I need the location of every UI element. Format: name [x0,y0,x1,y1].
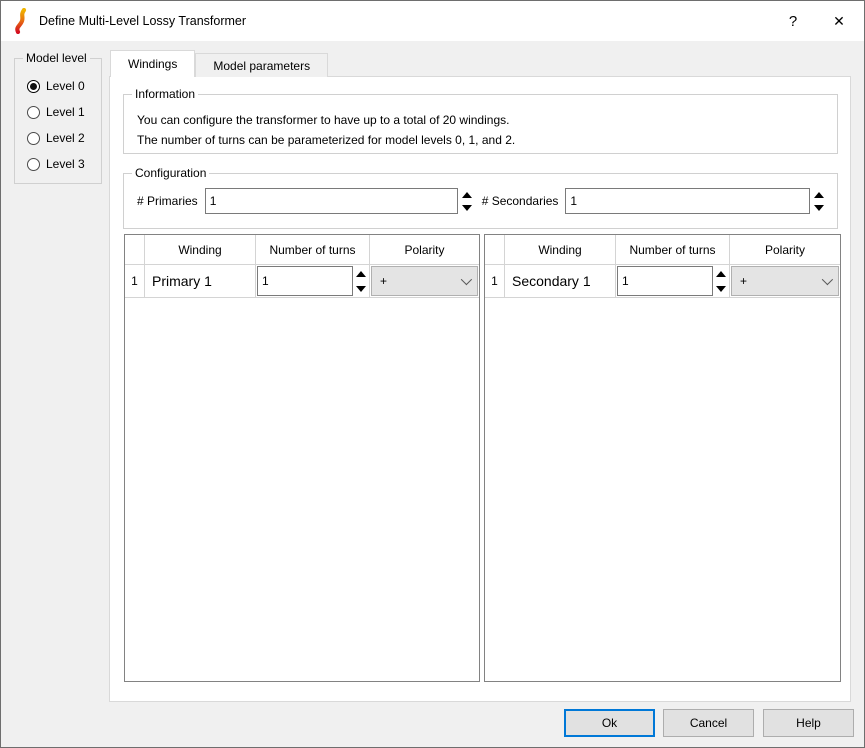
radio-button-icon[interactable] [27,106,40,119]
primaries-input[interactable] [205,188,458,214]
tab-model-parameters[interactable]: Model parameters [195,53,328,77]
table-row: 1 Primary 1 + [125,265,479,298]
radio-level-3-label: Level 3 [46,157,85,171]
title-bar: Define Multi-Level Lossy Transformer ? ✕ [1,1,864,41]
information-text: You can configure the transformer to hav… [124,95,837,150]
turns-spin-arrows [354,266,368,296]
turns-spinbox [257,266,368,296]
close-icon[interactable]: ✕ [816,1,862,41]
spin-up-icon[interactable] [811,188,827,201]
spin-up-icon[interactable] [714,266,728,281]
spin-up-icon[interactable] [354,266,368,281]
row-number: 1 [125,265,145,297]
corner-header-cell [125,235,145,264]
spin-down-icon[interactable] [354,281,368,296]
polarity-header: Polarity [730,235,840,264]
turns-spin-arrows [714,266,728,296]
configuration-groupbox: Configuration # Primaries # Secondaries [123,173,838,229]
primaries-spinbox [205,188,475,214]
secondaries-spin-arrows [811,188,827,214]
spin-down-icon[interactable] [714,281,728,296]
windings-tab-pane: Information You can configure the transf… [109,76,851,702]
radio-level-1-label: Level 1 [46,105,85,119]
model-level-groupbox: Model level Level 0 Level 1 Level 2 Leve… [14,58,102,184]
radio-level-1[interactable]: Level 1 [15,99,101,125]
table-header-row: Winding Number of turns Polarity [485,235,840,265]
polarity-cell: + [370,265,479,297]
information-line-2: The number of turns can be parameterized… [137,130,837,150]
information-groupbox: Information You can configure the transf… [123,94,838,154]
primaries-spin-arrows [459,188,475,214]
spin-up-icon[interactable] [459,188,475,201]
primary-windings-table: Winding Number of turns Polarity 1 Prima… [124,234,480,682]
help-icon[interactable]: ? [770,1,816,41]
configuration-label: Configuration [132,166,209,180]
winding-name-cell[interactable]: Secondary 1 [505,265,616,297]
polarity-header: Polarity [370,235,479,264]
spin-down-icon[interactable] [459,201,475,214]
winding-header: Winding [145,235,256,264]
table-empty-area [125,298,479,681]
radio-button-icon[interactable] [27,80,40,93]
table-row: 1 Secondary 1 + [485,265,840,298]
help-button[interactable]: Help [763,709,854,737]
cancel-button[interactable]: Cancel [663,709,754,737]
radio-level-0-label: Level 0 [46,79,85,93]
turns-spinbox [617,266,728,296]
secondaries-input[interactable] [565,188,810,214]
radio-button-icon[interactable] [27,158,40,171]
radio-button-icon[interactable] [27,132,40,145]
radio-level-2-label: Level 2 [46,131,85,145]
turns-header: Number of turns [256,235,370,264]
chevron-down-icon [461,274,472,285]
chevron-down-icon [822,274,833,285]
radio-level-2[interactable]: Level 2 [15,125,101,151]
turns-cell [616,265,730,297]
window-title: Define Multi-Level Lossy Transformer [39,14,246,28]
table-empty-area [485,298,840,681]
corner-header-cell [485,235,505,264]
turns-cell [256,265,370,297]
winding-header: Winding [505,235,616,264]
tab-windings[interactable]: Windings [110,50,195,77]
row-number: 1 [485,265,505,297]
secondary-windings-table: Winding Number of turns Polarity 1 Secon… [484,234,841,682]
polarity-value: + [740,274,822,288]
polarity-dropdown[interactable]: + [371,266,478,296]
model-level-options: Level 0 Level 1 Level 2 Level 3 [15,59,101,177]
winding-name-cell[interactable]: Primary 1 [145,265,256,297]
configuration-row: # Primaries # Secondaries [124,174,837,214]
turns-input[interactable] [617,266,713,296]
secondaries-label: # Secondaries [482,194,559,208]
polarity-cell: + [730,265,840,297]
table-header-row: Winding Number of turns Polarity [125,235,479,265]
radio-level-3[interactable]: Level 3 [15,151,101,177]
model-level-label: Model level [23,51,90,65]
information-label: Information [132,87,198,101]
app-logo-icon [15,8,29,34]
information-line-1: You can configure the transformer to hav… [137,110,837,130]
radio-level-0[interactable]: Level 0 [15,73,101,99]
polarity-dropdown[interactable]: + [731,266,839,296]
tab-bar: Windings Model parameters [110,50,328,77]
primaries-label: # Primaries [137,194,198,208]
polarity-value: + [380,274,461,288]
dialog-define-multi-level-lossy-transformer: Define Multi-Level Lossy Transformer ? ✕… [0,0,865,748]
turns-input[interactable] [257,266,353,296]
secondaries-spinbox [565,188,827,214]
spin-down-icon[interactable] [811,201,827,214]
turns-header: Number of turns [616,235,730,264]
ok-button[interactable]: Ok [564,709,655,737]
